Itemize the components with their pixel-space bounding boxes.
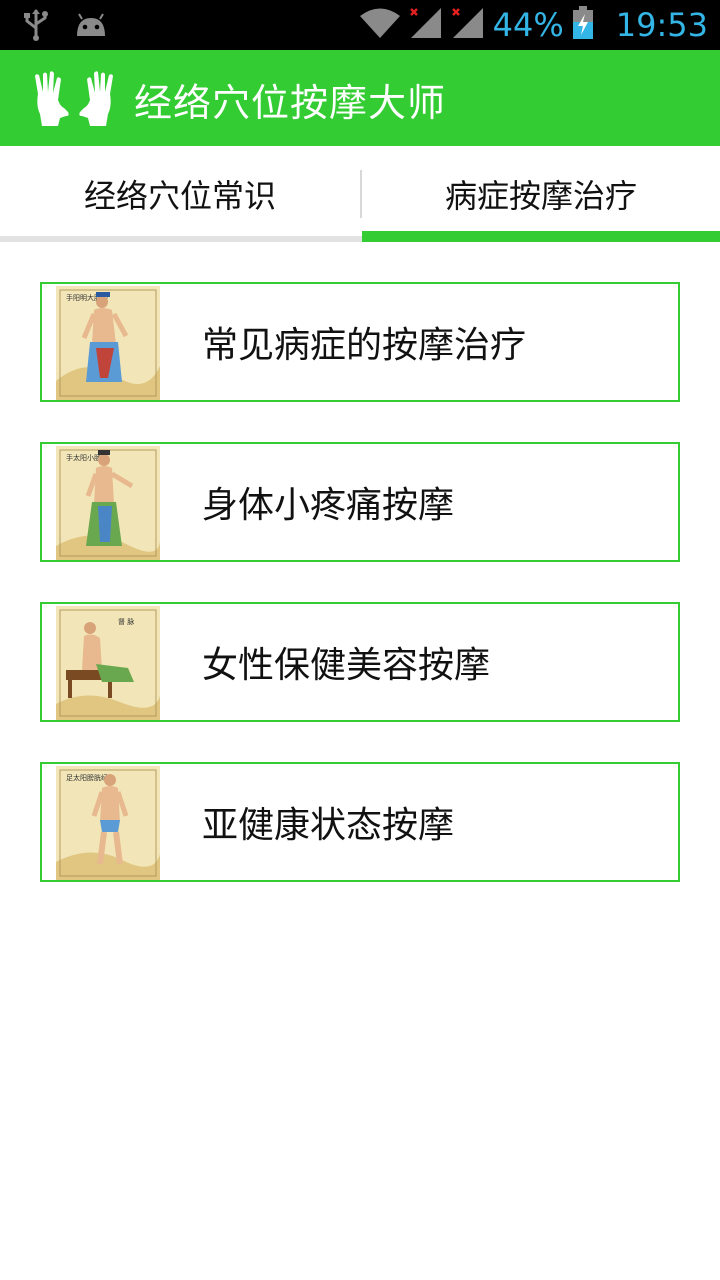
list-item-label: 身体小疼痛按摩 (202, 485, 455, 526)
svg-text:督 脉: 督 脉 (118, 617, 134, 626)
hands-icon (30, 68, 118, 130)
list-item[interactable]: 督 脉 女性保健美容按摩 (40, 602, 680, 722)
usb-icon (22, 8, 50, 46)
status-time: 19:53 (615, 6, 708, 44)
list-item-label: 常见病症的按摩治疗 (202, 325, 527, 366)
battery-percent: 44% (492, 6, 564, 44)
android-icon (74, 12, 108, 42)
status-bar: 44% 19:53 (0, 0, 720, 50)
list-item-label: 女性保健美容按摩 (202, 645, 491, 686)
meridian-figure-illustration: 督 脉 (56, 606, 160, 720)
tab-symptom-massage[interactable]: 病症按摩治疗 (362, 146, 720, 242)
wifi-icon (359, 7, 401, 43)
app-bar: 经络穴位按摩大师 (0, 50, 720, 146)
signal-icon (451, 7, 485, 43)
tab-selected-indicator (362, 231, 720, 242)
list-item[interactable]: 手阳明大肠经 常见病症的按摩治疗 (40, 282, 680, 402)
svg-text:足太阳膀胱经: 足太阳膀胱经 (66, 773, 108, 782)
tab-bar: 经络穴位常识 病症按摩治疗 (0, 146, 720, 242)
list-item[interactable]: 足太阳膀胱经 亚健康状态按摩 (40, 762, 680, 882)
meridian-figure-illustration: 足太阳膀胱经 (56, 766, 160, 880)
tab-meridian-knowledge[interactable]: 经络穴位常识 (0, 146, 360, 242)
tab-underline (0, 236, 362, 242)
app-title: 经络穴位按摩大师 (134, 81, 447, 125)
meridian-figure-illustration: 手太阳小肠经 (56, 446, 160, 560)
list-item[interactable]: 手太阳小肠经 身体小疼痛按摩 (40, 442, 680, 562)
list-item-label: 亚健康状态按摩 (202, 805, 455, 846)
signal-icon (409, 7, 443, 43)
meridian-figure-illustration: 手阳明大肠经 (56, 286, 160, 400)
battery-charging-icon (572, 6, 594, 44)
